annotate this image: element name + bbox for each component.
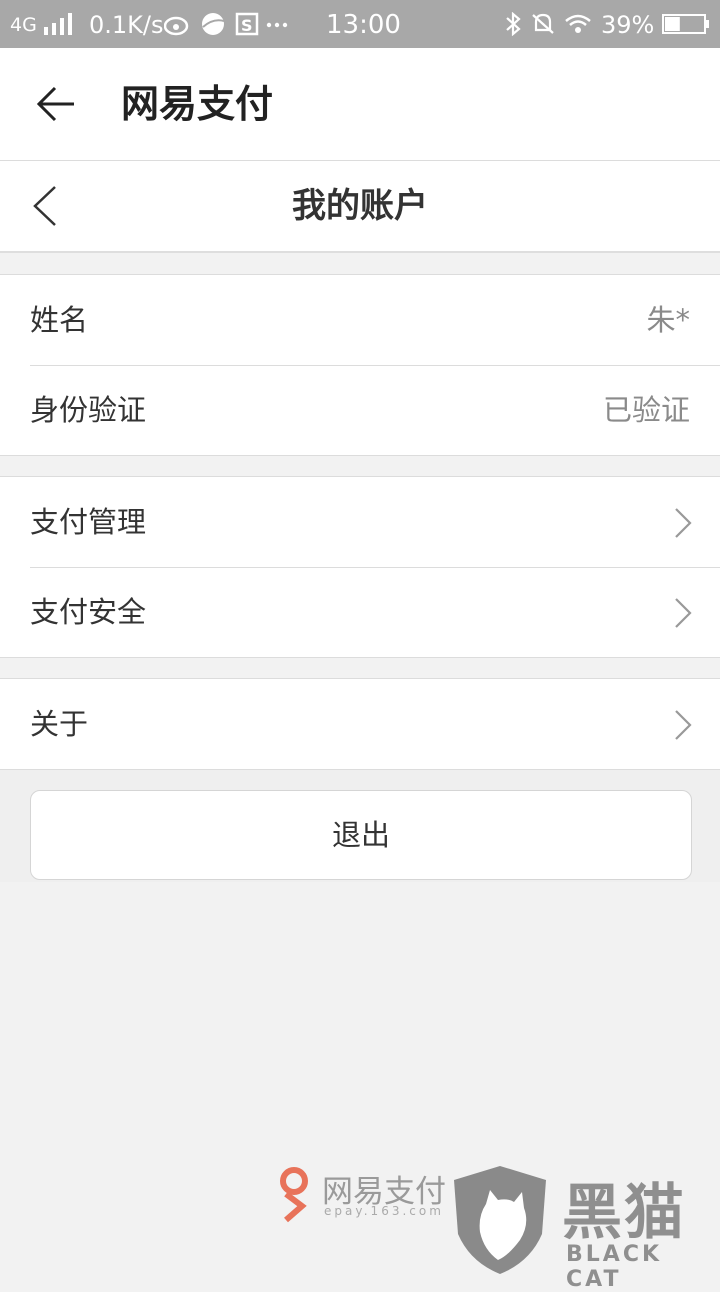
payment-group: 支付管理 支付安全 — [0, 476, 720, 658]
watermark-blackcat: BLACK CAT — [566, 1242, 663, 1292]
payment-management-label: 支付管理 — [30, 505, 147, 539]
back-chevron-icon[interactable] — [32, 185, 58, 227]
s-app-icon: S — [235, 12, 259, 36]
name-row: 姓名 朱* — [0, 275, 720, 365]
system-icons — [506, 12, 591, 36]
identity-row: 身份验证 已验证 — [0, 365, 720, 455]
identity-label: 身份验证 — [30, 393, 147, 427]
payment-security-label: 支付安全 — [30, 595, 147, 629]
logout-button[interactable]: 退出 — [30, 790, 692, 880]
back-arrow-icon[interactable] — [36, 86, 76, 122]
notification-icons: S — [164, 12, 288, 36]
account-info-group: 姓名 朱* 身份验证 已验证 — [0, 274, 720, 456]
browser-icon — [202, 13, 225, 35]
epay-logo-icon — [280, 1167, 308, 1223]
battery-icon — [662, 14, 709, 34]
chevron-right-icon — [675, 710, 692, 740]
watermark-url: epay.163.com — [324, 1204, 444, 1218]
bluetooth-icon — [506, 12, 521, 36]
name-value: 朱* — [646, 303, 690, 337]
logout-area: 退出 — [0, 770, 720, 882]
svg-text:S: S — [241, 16, 253, 35]
about-group: 关于 — [0, 678, 720, 770]
clock: 13:00 — [326, 10, 401, 40]
page-header: 我的账户 — [0, 161, 720, 253]
status-bar: 4G 0.1K/s S 13:00 39% — [0, 0, 720, 48]
watermark: 网易支付 epay.163.com 黑猫 BLACK CAT — [270, 1160, 720, 1292]
network-type: 4G — [10, 14, 37, 36]
app-title: 网易支付 — [121, 82, 274, 126]
wifi-icon — [565, 14, 591, 33]
chevron-right-icon — [675, 508, 692, 538]
mute-icon — [532, 13, 554, 34]
signal-icon — [44, 13, 72, 35]
payment-security-row[interactable]: 支付安全 — [0, 567, 720, 657]
app-bar: 网易支付 — [0, 48, 720, 161]
about-label: 关于 — [30, 707, 89, 741]
battery-percent: 39% — [601, 11, 655, 39]
network-speed: 0.1K/s — [89, 11, 164, 39]
chevron-right-icon — [675, 598, 692, 628]
name-label: 姓名 — [30, 303, 89, 337]
page-title: 我的账户 — [292, 186, 428, 226]
more-icon — [266, 22, 288, 28]
black-cat-shield-icon — [454, 1166, 546, 1274]
about-row[interactable]: 关于 — [0, 679, 720, 769]
weibo-icon — [164, 16, 189, 36]
watermark-heimao: 黑猫 — [562, 1178, 686, 1248]
payment-management-row[interactable]: 支付管理 — [0, 477, 720, 567]
identity-status: 已验证 — [602, 393, 690, 427]
